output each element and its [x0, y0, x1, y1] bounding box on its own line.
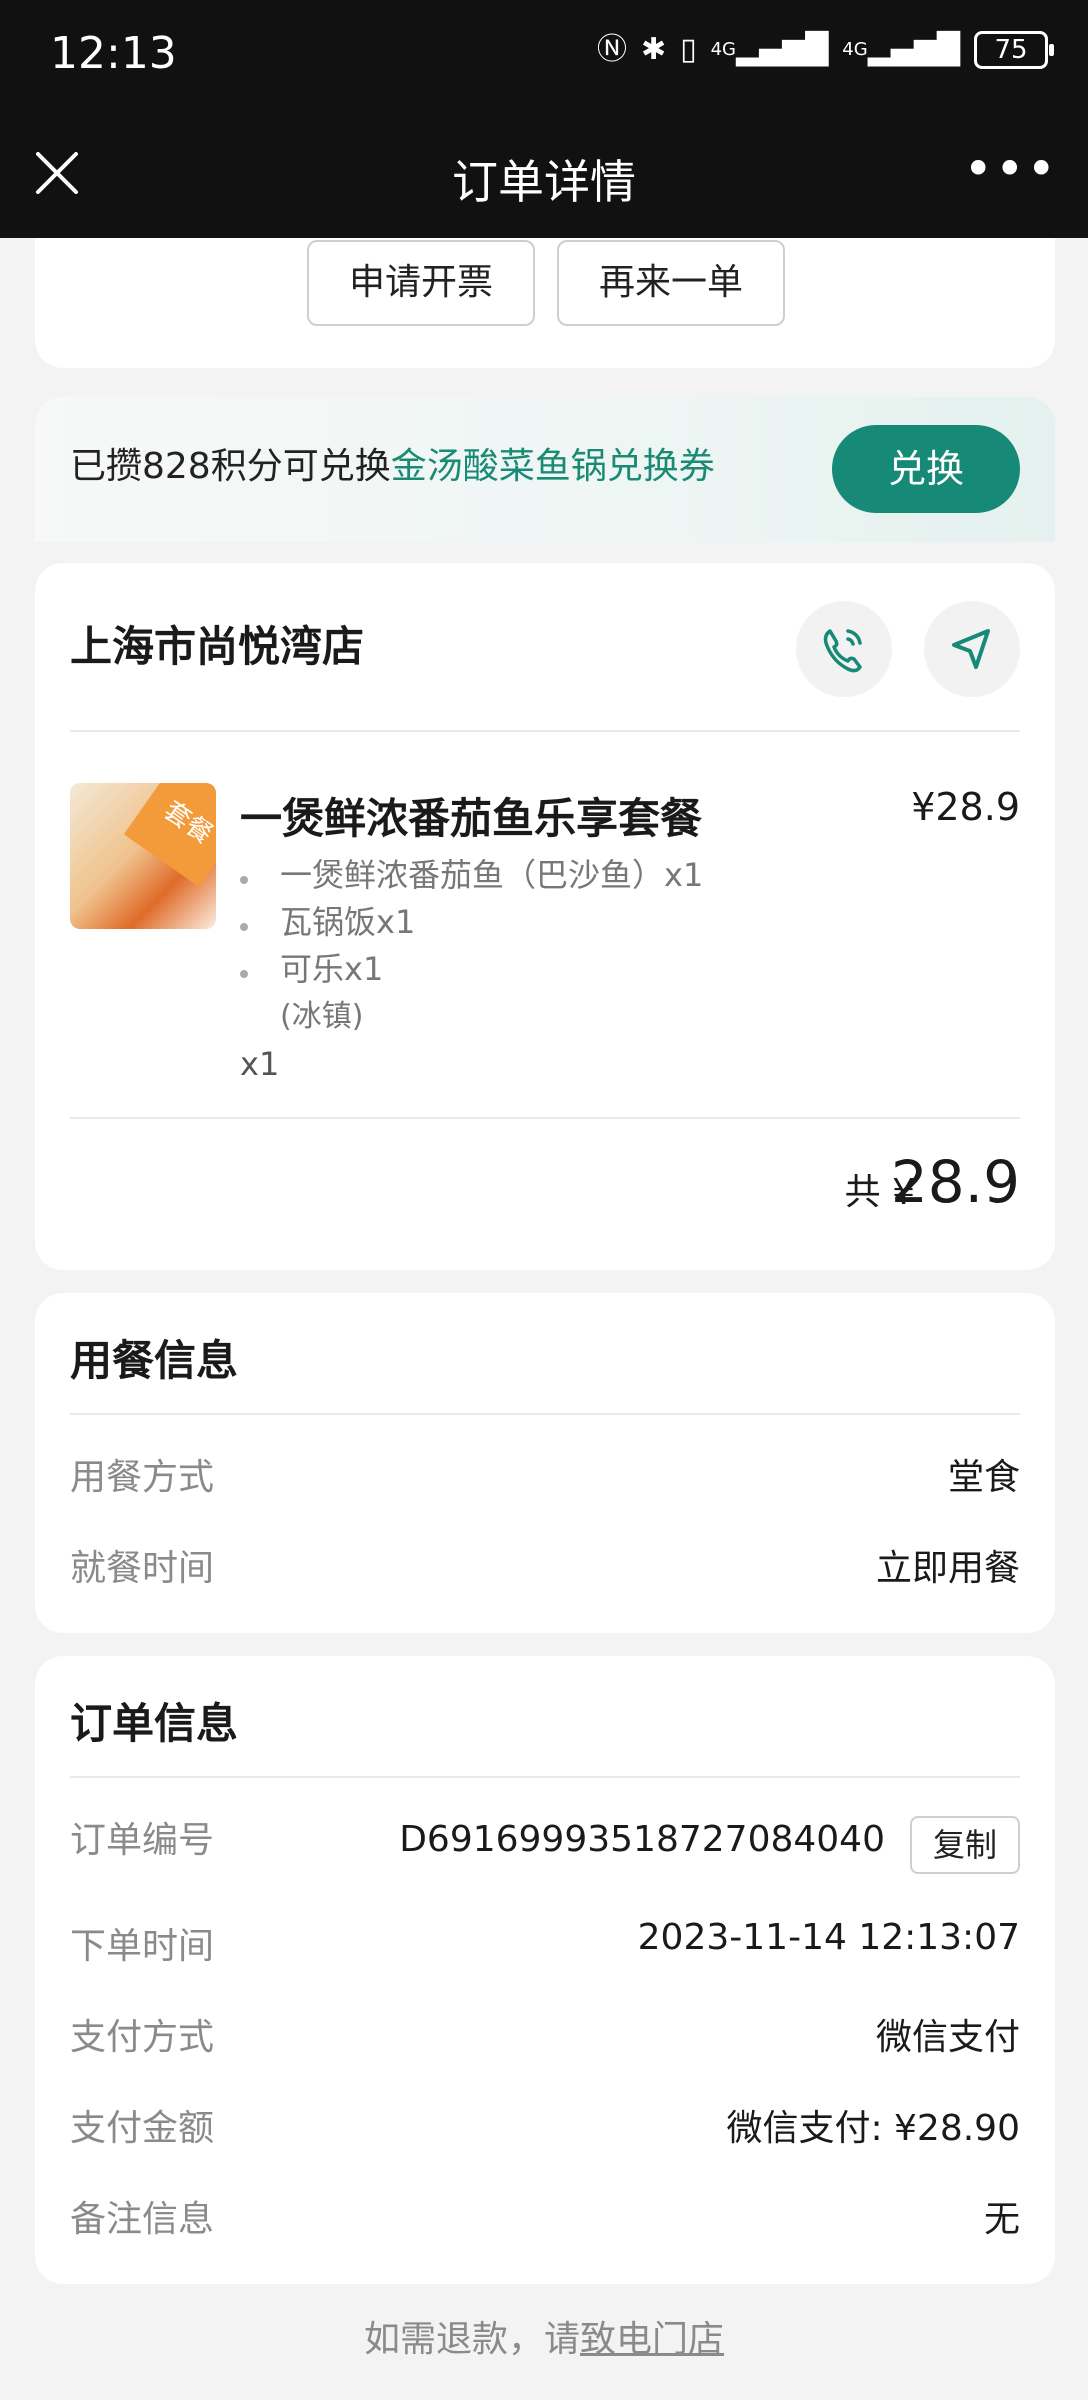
- dining-time-label: 就餐时间: [70, 1548, 215, 1589]
- promo-coupon-link[interactable]: 金汤酸菜鱼锅兑换券: [391, 446, 715, 487]
- dining-method-label: 用餐方式: [70, 1457, 215, 1498]
- payment-amount-label: 支付金额: [70, 2108, 215, 2149]
- payment-method-value: 微信支付: [875, 2017, 1020, 2058]
- order-number-value: D69169993518727084040: [399, 1819, 885, 1860]
- set-meal-badge: 套餐: [123, 783, 216, 888]
- call-store-link[interactable]: 致电门店: [580, 2319, 724, 2360]
- section-title: 订单信息: [70, 1699, 239, 1748]
- product-item: 可乐x1: [280, 950, 384, 988]
- vibrate-icon: ▯: [680, 32, 697, 67]
- call-store-button[interactable]: [796, 601, 892, 697]
- total-amount: 28.9: [890, 1148, 1020, 1216]
- exchange-button[interactable]: 兑换: [832, 425, 1020, 513]
- store-name: 上海市尚悦湾店: [70, 622, 365, 671]
- refund-note: 如需退款，请致电门店: [0, 2310, 1088, 2362]
- order-info-card: 订单信息 订单编号 D69169993518727084040 复制 下单时间 …: [35, 1656, 1055, 2284]
- divider: [70, 1776, 1020, 1778]
- copy-button[interactable]: 复制: [910, 1816, 1020, 1874]
- navigate-button[interactable]: [924, 601, 1020, 697]
- page-title: 订单详情: [452, 155, 636, 209]
- order-number-label: 订单编号: [70, 1820, 215, 1861]
- phone-icon: [823, 629, 862, 673]
- reorder-button[interactable]: 再来一单: [557, 240, 785, 326]
- divider: [70, 730, 1020, 732]
- list-bullet: [240, 876, 248, 884]
- battery-icon: 75: [974, 31, 1054, 69]
- list-bullet: [240, 970, 248, 978]
- points-promo-banner: 已攒828积分可兑换金汤酸菜鱼锅兑换券 兑换: [35, 397, 1055, 542]
- product-item: 瓦锅饭x1: [280, 903, 416, 941]
- order-time-label: 下单时间: [70, 1926, 215, 1967]
- status-bar: 12:13 Ⓝ ✱ ▯ 4G▂▄▆█ 4G▂▄▆█ 75: [0, 0, 1088, 110]
- dining-time-value: 立即用餐: [875, 1548, 1020, 1589]
- dining-info-card: 用餐信息 用餐方式 堂食 就餐时间 立即用餐: [35, 1293, 1055, 1633]
- status-icons: Ⓝ ✱ ▯ 4G▂▄▆█ 4G▂▄▆█ 75: [596, 30, 1054, 70]
- more-icon[interactable]: •••: [964, 140, 1058, 198]
- payment-amount-value: 微信支付: ¥28.90: [726, 2108, 1020, 2149]
- list-bullet: [240, 923, 248, 931]
- bluetooth-icon: ✱: [640, 32, 667, 67]
- product-quantity: x1: [240, 1045, 280, 1083]
- product-name: 一煲鲜浓番茄鱼乐享套餐: [240, 794, 703, 843]
- nfc-icon: Ⓝ: [596, 32, 627, 67]
- title-bar: 订单详情 •••: [0, 110, 1088, 238]
- status-time: 12:13: [50, 28, 177, 79]
- product-item-note: (冰镇): [280, 999, 364, 1034]
- product-price: ¥28.9: [911, 785, 1020, 829]
- divider: [70, 1413, 1020, 1415]
- remark-value: 无: [983, 2199, 1020, 2240]
- payment-method-label: 支付方式: [70, 2017, 215, 2058]
- signal-icon-2: 4G▂▄▆█: [842, 32, 960, 67]
- store-order-card: 上海市尚悦湾店 套餐 一煲鲜浓番茄鱼乐享套餐 ¥28.9 一煲鲜浓番茄鱼（巴沙鱼…: [35, 563, 1055, 1270]
- promo-prefix: 已攒828积分可兑换: [70, 446, 391, 487]
- action-card: 申请开票 再来一单: [35, 238, 1055, 368]
- invoice-button[interactable]: 申请开票: [307, 240, 535, 326]
- navigation-arrow-icon: [952, 629, 990, 669]
- divider: [70, 1117, 1020, 1119]
- refund-note-text: 如需退款，请: [363, 2319, 580, 2360]
- section-title: 用餐信息: [70, 1336, 239, 1385]
- promo-text: 已攒828积分可兑换金汤酸菜鱼锅兑换券: [70, 437, 715, 489]
- product-image[interactable]: 套餐: [70, 783, 216, 929]
- order-time-value: 2023-11-14 12:13:07: [637, 1917, 1020, 1958]
- dining-method-value: 堂食: [947, 1457, 1020, 1498]
- signal-icon-1: 4G▂▄▆█: [710, 32, 829, 67]
- product-item: 一煲鲜浓番茄鱼（巴沙鱼）x1: [280, 856, 704, 894]
- remark-label: 备注信息: [70, 2199, 215, 2240]
